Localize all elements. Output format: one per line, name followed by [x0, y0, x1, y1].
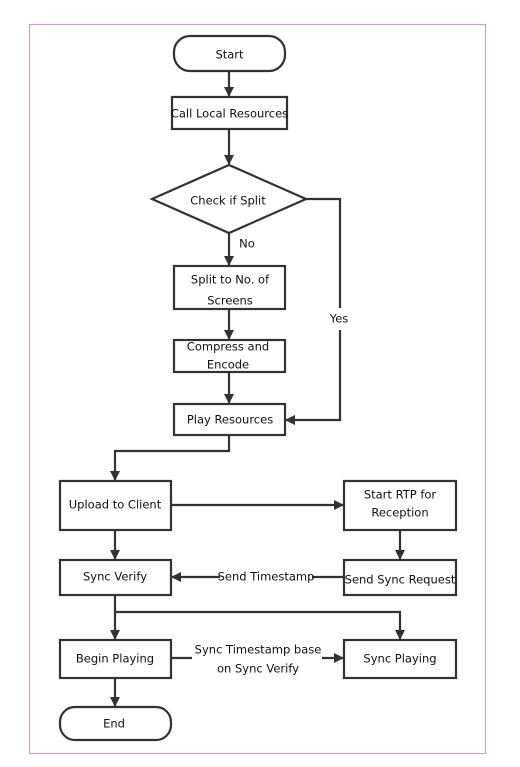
node-split-screens: Split to No. of Screens	[172, 264, 287, 311]
node-label: Check if Split	[190, 194, 266, 208]
flowchart: Start Call Local Resources Check if Spli…	[28, 23, 487, 755]
node-check-if-split: Check if Split	[149, 163, 309, 235]
node-compress-encode: Compress and Encode	[172, 338, 287, 374]
node-call-local-resources: Call Local Resources	[171, 95, 288, 131]
edge-label-sync-timestamp: on Sync Verify	[217, 662, 299, 676]
edge-play-upload	[110, 435, 231, 481]
node-sync-playing: Sync Playing	[342, 638, 458, 680]
edge-label-send-timestamp: Send Timestamp	[218, 570, 315, 584]
node-label: Sync Playing	[363, 652, 436, 666]
node-send-sync-request: Send Sync Request	[342, 558, 458, 597]
node-label: Sync Verify	[83, 570, 147, 584]
node-play-resources: Play Resources	[172, 402, 287, 437]
node-label: Start	[215, 48, 244, 62]
node-label: Upload to Client	[69, 498, 162, 512]
node-label: Call Local Resources	[171, 107, 288, 121]
node-start-rtp: Start RTP for Reception	[342, 479, 458, 532]
node-sync-verify: Sync Verify	[58, 558, 173, 597]
node-end: End	[58, 705, 173, 742]
edge-check-play-yes-a	[306, 197, 342, 308]
node-label: Compress and	[187, 340, 269, 354]
node-label: End	[103, 717, 125, 731]
edge-verify-syncplaying	[113, 595, 405, 640]
node-label: Encode	[207, 358, 249, 372]
node-label: Split to No. of	[191, 273, 270, 287]
edge-label-no: No	[239, 237, 255, 251]
node-begin-playing: Begin Playing	[58, 638, 173, 680]
edge-label-yes: Yes	[329, 312, 349, 326]
node-label: Screens	[207, 294, 253, 308]
node-start: Start	[172, 34, 287, 73]
edge-check-play-yes-b	[285, 330, 342, 425]
node-label: Play Resources	[187, 413, 273, 427]
edges	[110, 71, 405, 707]
node-label: Begin Playing	[76, 652, 154, 666]
edge-label-sync-timestamp: Sync Timestamp base	[195, 643, 322, 657]
node-upload-to-client: Upload to Client	[58, 479, 173, 532]
node-label: Start RTP for	[364, 488, 437, 502]
node-label: Send Sync Request	[345, 573, 456, 587]
node-label: Reception	[371, 506, 428, 520]
